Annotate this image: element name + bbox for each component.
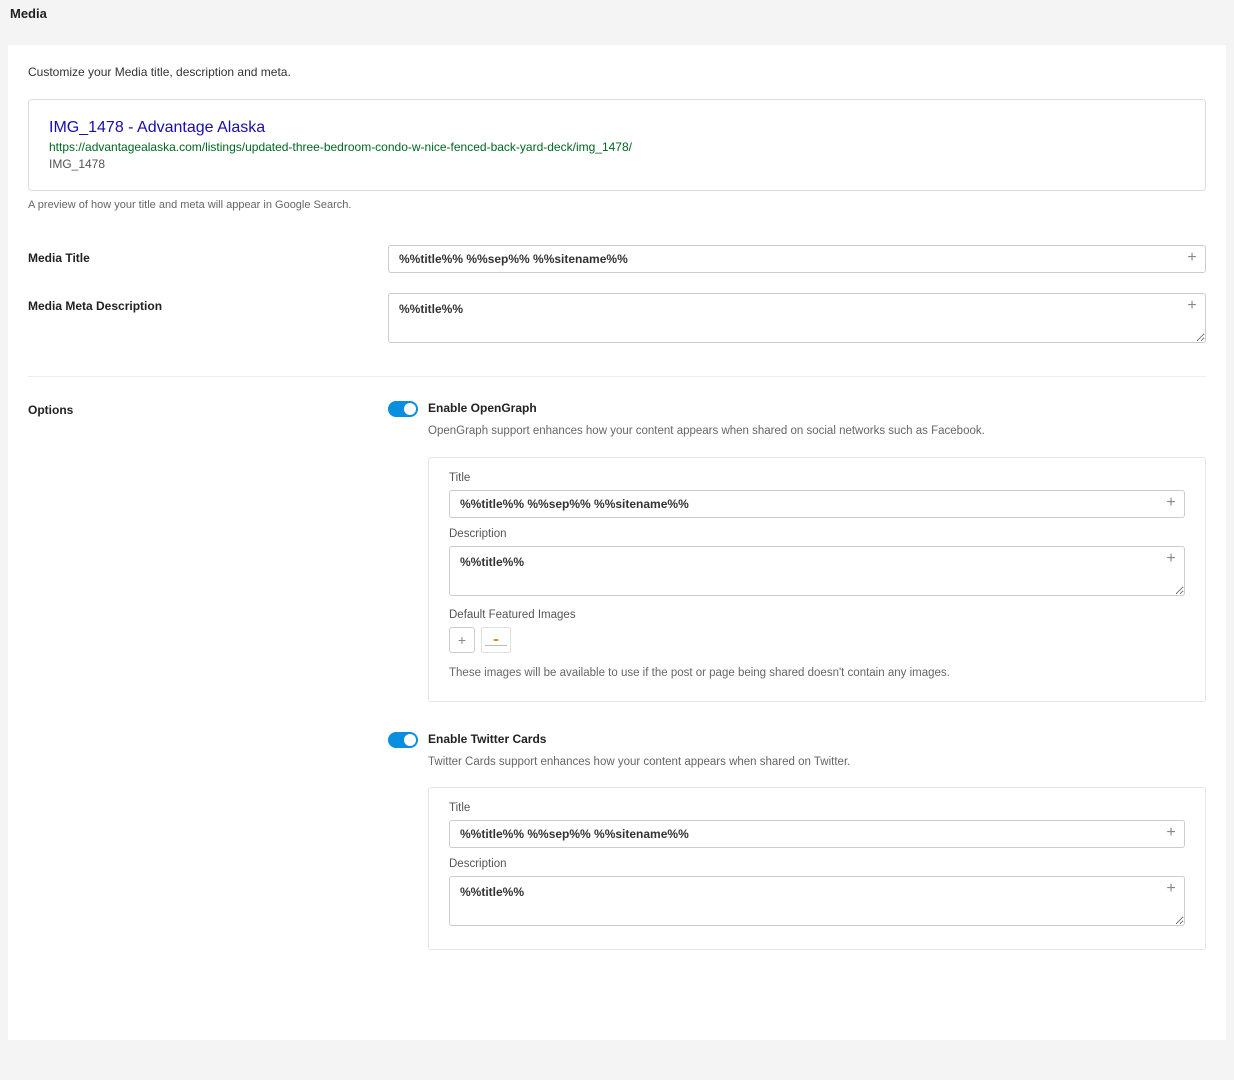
og-title-label: Title <box>449 472 1185 484</box>
twitter-subpanel: Title + Description + <box>428 787 1206 950</box>
tw-desc-label: Description <box>449 858 1185 870</box>
opengraph-desc: OpenGraph support enhances how your cont… <box>428 423 1206 440</box>
twitter-desc: Twitter Cards support enhances how your … <box>428 754 1206 771</box>
intro-text: Customize your Media title, description … <box>28 65 1206 79</box>
og-desc-label: Description <box>449 528 1185 540</box>
search-preview: IMG_1478 - Advantage Alaska https://adva… <box>28 99 1206 191</box>
insert-variable-button[interactable]: + <box>1182 296 1202 316</box>
opengraph-block: Enable OpenGraph OpenGraph support enhan… <box>388 401 1206 701</box>
twitter-block: Enable Twitter Cards Twitter Cards suppo… <box>388 732 1206 950</box>
insert-variable-button[interactable]: + <box>1161 823 1181 843</box>
tw-title-input[interactable] <box>449 820 1185 848</box>
media-settings-panel: Customize your Media title, description … <box>8 45 1226 1040</box>
options-heading: Options <box>28 401 388 417</box>
add-image-button[interactable]: + <box>449 627 475 653</box>
preview-caption: A preview of how your title and meta wil… <box>28 199 1206 211</box>
featured-image-thumb[interactable] <box>481 627 511 653</box>
preview-url: https://advantagealaska.com/listings/upd… <box>49 139 1185 156</box>
divider <box>28 376 1206 377</box>
og-images-label: Default Featured Images <box>449 609 1185 621</box>
og-images-note: These images will be available to use if… <box>449 665 1185 681</box>
twitter-toggle-label: Enable Twitter Cards <box>428 732 546 746</box>
media-title-label: Media Title <box>28 245 388 265</box>
media-desc-label: Media Meta Description <box>28 293 388 313</box>
og-title-input[interactable] <box>449 490 1185 518</box>
insert-variable-button[interactable]: + <box>1161 879 1181 899</box>
media-desc-input[interactable] <box>388 293 1206 343</box>
tw-desc-input[interactable] <box>449 876 1185 926</box>
insert-variable-button[interactable]: + <box>1161 493 1181 513</box>
twitter-toggle[interactable] <box>388 732 418 748</box>
opengraph-toggle[interactable] <box>388 401 418 417</box>
section-heading: Media <box>0 0 1234 45</box>
media-title-row: Media Title + <box>28 245 1206 273</box>
insert-variable-button[interactable]: + <box>1161 549 1181 569</box>
media-title-input[interactable] <box>388 245 1206 273</box>
preview-snippet: IMG_1478 <box>49 156 1185 173</box>
insert-variable-button[interactable]: + <box>1182 248 1202 268</box>
opengraph-subpanel: Title + Description + Default Featured I… <box>428 457 1206 702</box>
og-desc-input[interactable] <box>449 546 1185 596</box>
preview-title: IMG_1478 - Advantage Alaska <box>49 118 1185 139</box>
media-desc-row: Media Meta Description + <box>28 293 1206 346</box>
opengraph-toggle-label: Enable OpenGraph <box>428 401 537 415</box>
